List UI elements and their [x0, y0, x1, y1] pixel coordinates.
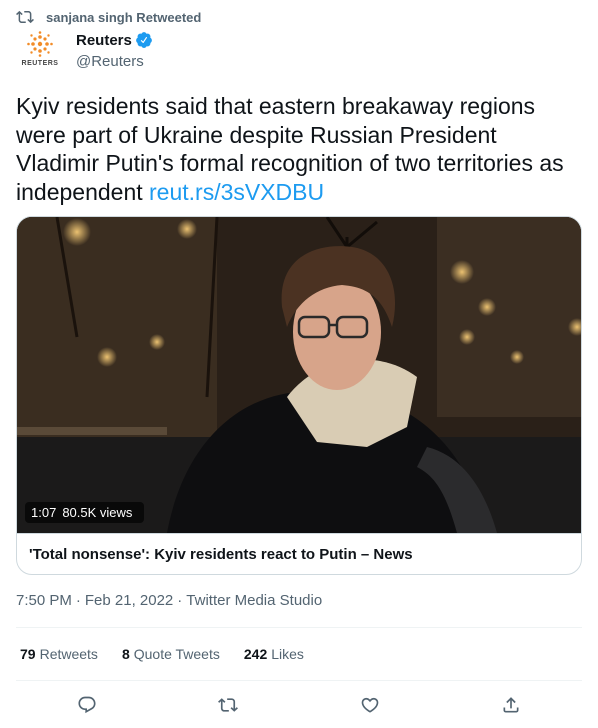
author-handle[interactable]: @Reuters — [76, 53, 153, 70]
tweet-time[interactable]: 7:50 PM — [16, 592, 72, 609]
tweet-source[interactable]: Twitter Media Studio — [186, 592, 322, 609]
separator-dot: · — [177, 592, 183, 609]
media-card[interactable]: 1:07 80.5K views 'Total nonsense': Kyiv r… — [16, 216, 582, 575]
separator-dot: · — [75, 592, 81, 609]
share-icon — [503, 697, 519, 713]
like-button[interactable] — [355, 690, 385, 720]
retweet-icon — [218, 698, 239, 712]
reuters-logo-icon — [27, 31, 53, 57]
reply-button[interactable] — [72, 690, 102, 720]
media-title[interactable]: 'Total nonsense': Kyiv residents react t… — [17, 533, 581, 574]
likes-count: 242 — [243, 646, 268, 662]
retweet-button[interactable] — [213, 690, 243, 720]
likes-label: Likes — [271, 646, 304, 662]
tweet-link[interactable]: reut.rs/3sVXDBU — [149, 179, 324, 205]
avatar-brand-text: REUTERS — [21, 60, 59, 67]
like-icon — [361, 697, 379, 713]
retweet-banner-text: sanjana singh Retweeted — [46, 9, 202, 25]
author-header: REUTERS Reuters @Reuters — [16, 30, 153, 78]
engagement-stats: 79 Retweets 8 Quote Tweets 242 Likes — [16, 627, 582, 681]
verified-badge-icon — [135, 32, 152, 48]
tweet-date[interactable]: Feb 21, 2022 — [85, 592, 173, 609]
retweets-label: Retweets — [39, 646, 98, 662]
video-meta-overlay: 1:07 80.5K views — [25, 502, 145, 523]
video-thumbnail — [17, 217, 581, 533]
quotes-count: 8 — [121, 646, 130, 662]
video-player[interactable]: 1:07 80.5K views — [17, 217, 581, 533]
quotes-label: Quote Tweets — [133, 646, 220, 662]
retweets-stat[interactable]: 79 Retweets — [20, 646, 98, 662]
tweet-timestamp: 7:50 PM · Feb 21, 2022 · Twitter Media Studi… — [16, 592, 322, 609]
author-name[interactable]: Reuters — [76, 32, 132, 49]
tweet-text: Kyiv residents said that eastern breakaw… — [16, 92, 582, 206]
retweet-icon — [16, 10, 34, 24]
reply-icon — [78, 696, 96, 714]
retweets-count: 79 — [20, 646, 36, 662]
likes-stat[interactable]: 242 Likes — [244, 646, 304, 662]
retweet-banner[interactable]: sanjana singh Retweeted — [16, 8, 201, 26]
quotes-stat[interactable]: 8 Quote Tweets — [122, 646, 220, 662]
action-bar — [16, 690, 582, 720]
video-duration: 1:07 — [31, 505, 57, 520]
share-button[interactable] — [496, 690, 526, 720]
avatar[interactable]: REUTERS — [16, 30, 64, 78]
video-views: 80.5K views — [62, 505, 133, 520]
